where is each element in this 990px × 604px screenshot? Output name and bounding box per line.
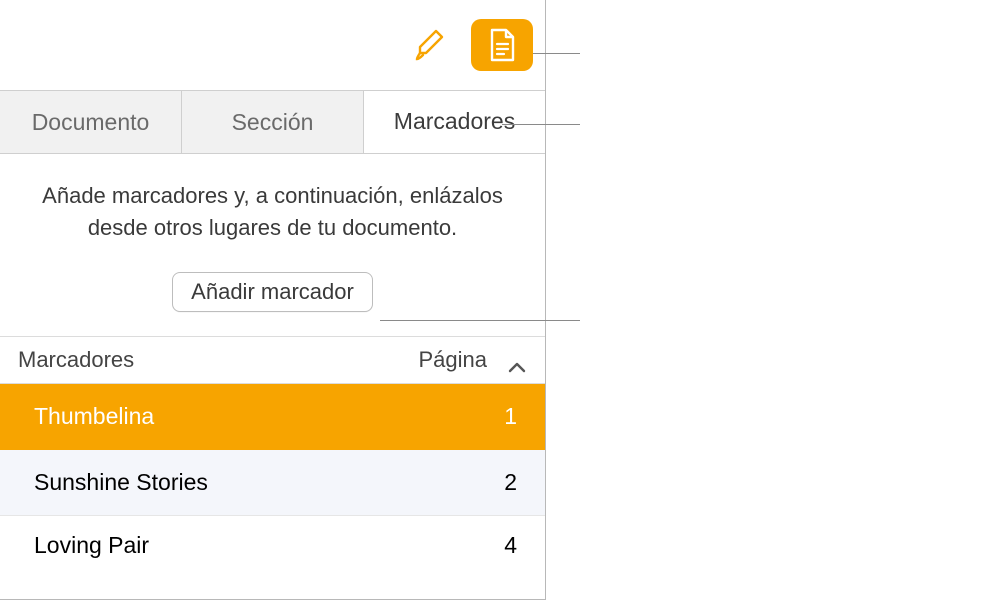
tab-label: Sección — [232, 109, 314, 136]
bookmarks-intro: Añade marcadores y, a continuación, enlá… — [0, 154, 545, 244]
bookmark-row[interactable]: Loving Pair 4 — [0, 516, 545, 568]
format-brush-icon — [412, 27, 448, 63]
intro-text: Añade marcadores y, a continuación, enlá… — [36, 180, 509, 244]
tab-marcadores[interactable]: Marcadores — [364, 90, 545, 153]
add-bookmark-wrap: Añadir marcador — [0, 272, 545, 312]
tab-documento[interactable]: Documento — [0, 90, 182, 153]
bookmarks-sidebar-panel: Documento Sección Marcadores Añade marca… — [0, 0, 546, 600]
header-page-col: Página — [418, 347, 487, 373]
bookmark-name: Sunshine Stories — [34, 469, 208, 496]
bookmark-name: Loving Pair — [34, 532, 149, 559]
header-page-col-group: Página — [418, 347, 527, 373]
tab-seccion[interactable]: Sección — [182, 90, 364, 153]
bookmark-name: Thumbelina — [34, 403, 154, 430]
add-bookmark-label: Añadir marcador — [191, 279, 354, 304]
callout-line — [502, 124, 580, 125]
tab-label: Marcadores — [394, 108, 515, 135]
inspector-tabs: Documento Sección Marcadores — [0, 90, 545, 154]
callout-line — [533, 53, 580, 54]
bookmark-row[interactable]: Sunshine Stories 2 — [0, 450, 545, 516]
add-bookmark-button[interactable]: Añadir marcador — [172, 272, 373, 312]
inspector-toolbar — [0, 0, 545, 90]
callout-line — [380, 320, 580, 321]
bookmark-page: 2 — [504, 469, 517, 496]
bookmark-page: 1 — [504, 403, 517, 430]
sort-chevron-up-icon[interactable] — [507, 354, 527, 366]
header-name-col: Marcadores — [18, 347, 134, 373]
document-icon — [486, 27, 518, 63]
tab-label: Documento — [32, 109, 150, 136]
bookmark-row[interactable]: Thumbelina 1 — [0, 384, 545, 450]
bookmark-page: 4 — [504, 532, 517, 559]
document-inspector-button[interactable] — [471, 19, 533, 71]
format-inspector-button[interactable] — [399, 19, 461, 71]
bookmarks-list-header: Marcadores Página — [0, 336, 545, 384]
